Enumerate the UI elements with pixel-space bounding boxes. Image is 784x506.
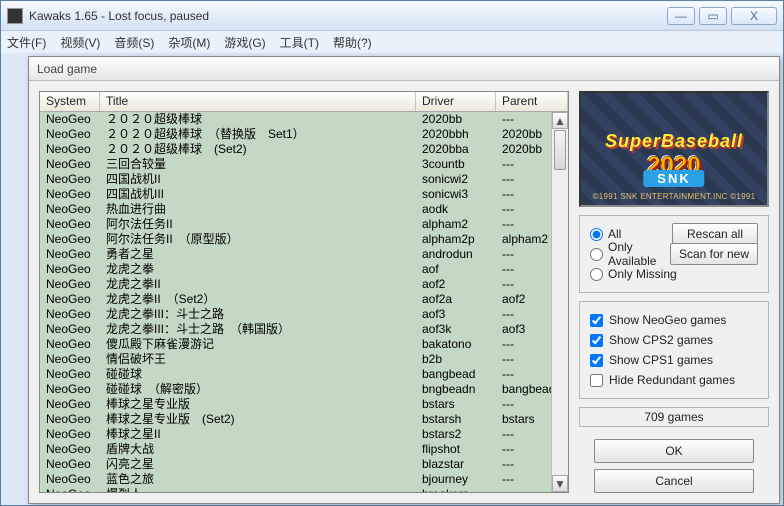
table-row[interactable]: NeoGeo碰碰球bangbead--- <box>40 367 568 382</box>
table-row[interactable]: NeoGeo龙虎之拳III：斗士之路 （韩国版）aof3kaof3 <box>40 322 568 337</box>
table-row[interactable]: NeoGeo闪亮之星blazstar--- <box>40 457 568 472</box>
side-panel: SuperBaseball 2020 SNK ©1991 SNK ENTERTA… <box>579 91 769 493</box>
col-driver[interactable]: Driver <box>416 92 496 111</box>
table-row[interactable]: NeoGeo盾牌大战flipshot--- <box>40 442 568 457</box>
rescan-button[interactable]: Rescan all <box>672 223 758 245</box>
table-row[interactable]: NeoGeo傻瓜殿下麻雀漫游记bakatono--- <box>40 337 568 352</box>
cancel-button[interactable]: Cancel <box>594 469 754 493</box>
filter-panel: All Rescan all Only Available Scan for n… <box>579 215 769 293</box>
table-row[interactable]: NeoGeo棒球之星IIbstars2--- <box>40 427 568 442</box>
maximize-button[interactable]: ▭ <box>699 7 727 25</box>
radio-available[interactable] <box>590 248 603 261</box>
table-row[interactable]: NeoGeo爆烈人breakers--- <box>40 487 568 492</box>
preview-copyright: ©1991 SNK ENTERTAINMENT.INC ©1991 <box>581 192 767 201</box>
menu-tools[interactable]: 工具(T) <box>280 34 319 51</box>
preview-brand: SNK <box>643 170 704 187</box>
show-panel: Show NeoGeo games Show CPS2 games Show C… <box>579 301 769 399</box>
label-cps2: Show CPS2 games <box>609 333 713 347</box>
dialog-title: Load game <box>29 57 779 81</box>
preview-title-1: SuperBaseball <box>587 131 761 152</box>
menu-audio[interactable]: 音频(S) <box>114 34 154 51</box>
table-row[interactable]: NeoGeo２０２０超级棒球2020bb--- <box>40 112 568 127</box>
table-row[interactable]: NeoGeo２０２０超级棒球 (Set2)2020bba2020bb <box>40 142 568 157</box>
radio-missing[interactable] <box>590 268 603 281</box>
table-row[interactable]: NeoGeo四国战机IIsonicwi2--- <box>40 172 568 187</box>
check-cps1[interactable] <box>590 354 603 367</box>
table-row[interactable]: NeoGeo四国战机IIIsonicwi3--- <box>40 187 568 202</box>
game-list: System Title Driver Parent NeoGeo２０２０超级棒… <box>39 91 569 493</box>
titlebar: Kawaks 1.65 - Lost focus, paused — ▭ X <box>1 1 783 31</box>
ok-button[interactable]: OK <box>594 439 754 463</box>
menu-video[interactable]: 视频(V) <box>60 34 100 51</box>
table-row[interactable]: NeoGeo勇者之星androdun--- <box>40 247 568 262</box>
table-row[interactable]: NeoGeo碰碰球 （解密版）bngbeadnbangbead <box>40 382 568 397</box>
table-row[interactable]: NeoGeo龙虎之拳aof--- <box>40 262 568 277</box>
label-available: Only Available <box>608 240 665 268</box>
col-parent[interactable]: Parent <box>496 92 568 111</box>
table-row[interactable]: NeoGeo龙虎之拳III：斗士之路aof3--- <box>40 307 568 322</box>
menu-help[interactable]: 帮助(?) <box>333 34 372 51</box>
label-cps1: Show CPS1 games <box>609 353 713 367</box>
menu-game[interactable]: 游戏(G) <box>224 34 265 51</box>
window-title: Kawaks 1.65 - Lost focus, paused <box>29 9 667 23</box>
scroll-down-button[interactable]: ▼ <box>552 475 568 492</box>
game-count: 709 games <box>579 407 769 427</box>
table-row[interactable]: NeoGeo热血进行曲aodk--- <box>40 202 568 217</box>
minimize-button[interactable]: — <box>667 7 695 25</box>
menubar: 文件(F) 视频(V) 音频(S) 杂项(M) 游戏(G) 工具(T) 帮助(?… <box>1 31 783 53</box>
table-row[interactable]: NeoGeo棒球之星专业版bstars--- <box>40 397 568 412</box>
table-row[interactable]: NeoGeo阿尔法任务II （原型版）alpham2palpham2 <box>40 232 568 247</box>
table-row[interactable]: NeoGeo情侣破坏王b2b--- <box>40 352 568 367</box>
table-row[interactable]: NeoGeo三回合较量3countb--- <box>40 157 568 172</box>
scan-new-button[interactable]: Scan for new <box>670 243 758 265</box>
col-system[interactable]: System <box>40 92 100 111</box>
table-row[interactable]: NeoGeo棒球之星专业版 (Set2)bstarshbstars <box>40 412 568 427</box>
close-button[interactable]: X <box>731 7 777 25</box>
table-row[interactable]: NeoGeo蓝色之旅bjourney--- <box>40 472 568 487</box>
label-hide-redundant: Hide Redundant games <box>609 373 735 387</box>
check-cps2[interactable] <box>590 334 603 347</box>
menu-file[interactable]: 文件(F) <box>7 34 46 51</box>
scrollbar[interactable]: ▲ ▼ <box>551 112 568 492</box>
scroll-up-button[interactable]: ▲ <box>552 112 568 129</box>
app-icon <box>7 8 23 24</box>
load-game-dialog: Load game System Title Driver Parent Neo… <box>28 56 780 504</box>
radio-all[interactable] <box>590 228 603 241</box>
check-neogeo[interactable] <box>590 314 603 327</box>
menu-misc[interactable]: 杂项(M) <box>168 34 210 51</box>
scroll-thumb[interactable] <box>554 130 566 170</box>
label-neogeo: Show NeoGeo games <box>609 313 726 327</box>
game-preview: SuperBaseball 2020 SNK ©1991 SNK ENTERTA… <box>579 91 769 207</box>
rows-container: NeoGeo２０２０超级棒球2020bb---NeoGeo２０２０超级棒球 （替… <box>40 112 568 492</box>
table-row[interactable]: NeoGeo龙虎之拳II （Set2）aof2aaof2 <box>40 292 568 307</box>
col-title[interactable]: Title <box>100 92 416 111</box>
label-all: All <box>608 227 667 241</box>
table-row[interactable]: NeoGeo２０２０超级棒球 （替换版 Set1）2020bbh2020bb <box>40 127 568 142</box>
column-headers: System Title Driver Parent <box>40 92 568 112</box>
table-row[interactable]: NeoGeo龙虎之拳IIaof2--- <box>40 277 568 292</box>
check-hide-redundant[interactable] <box>590 374 603 387</box>
label-missing: Only Missing <box>608 267 758 281</box>
table-row[interactable]: NeoGeo阿尔法任务IIalpham2--- <box>40 217 568 232</box>
